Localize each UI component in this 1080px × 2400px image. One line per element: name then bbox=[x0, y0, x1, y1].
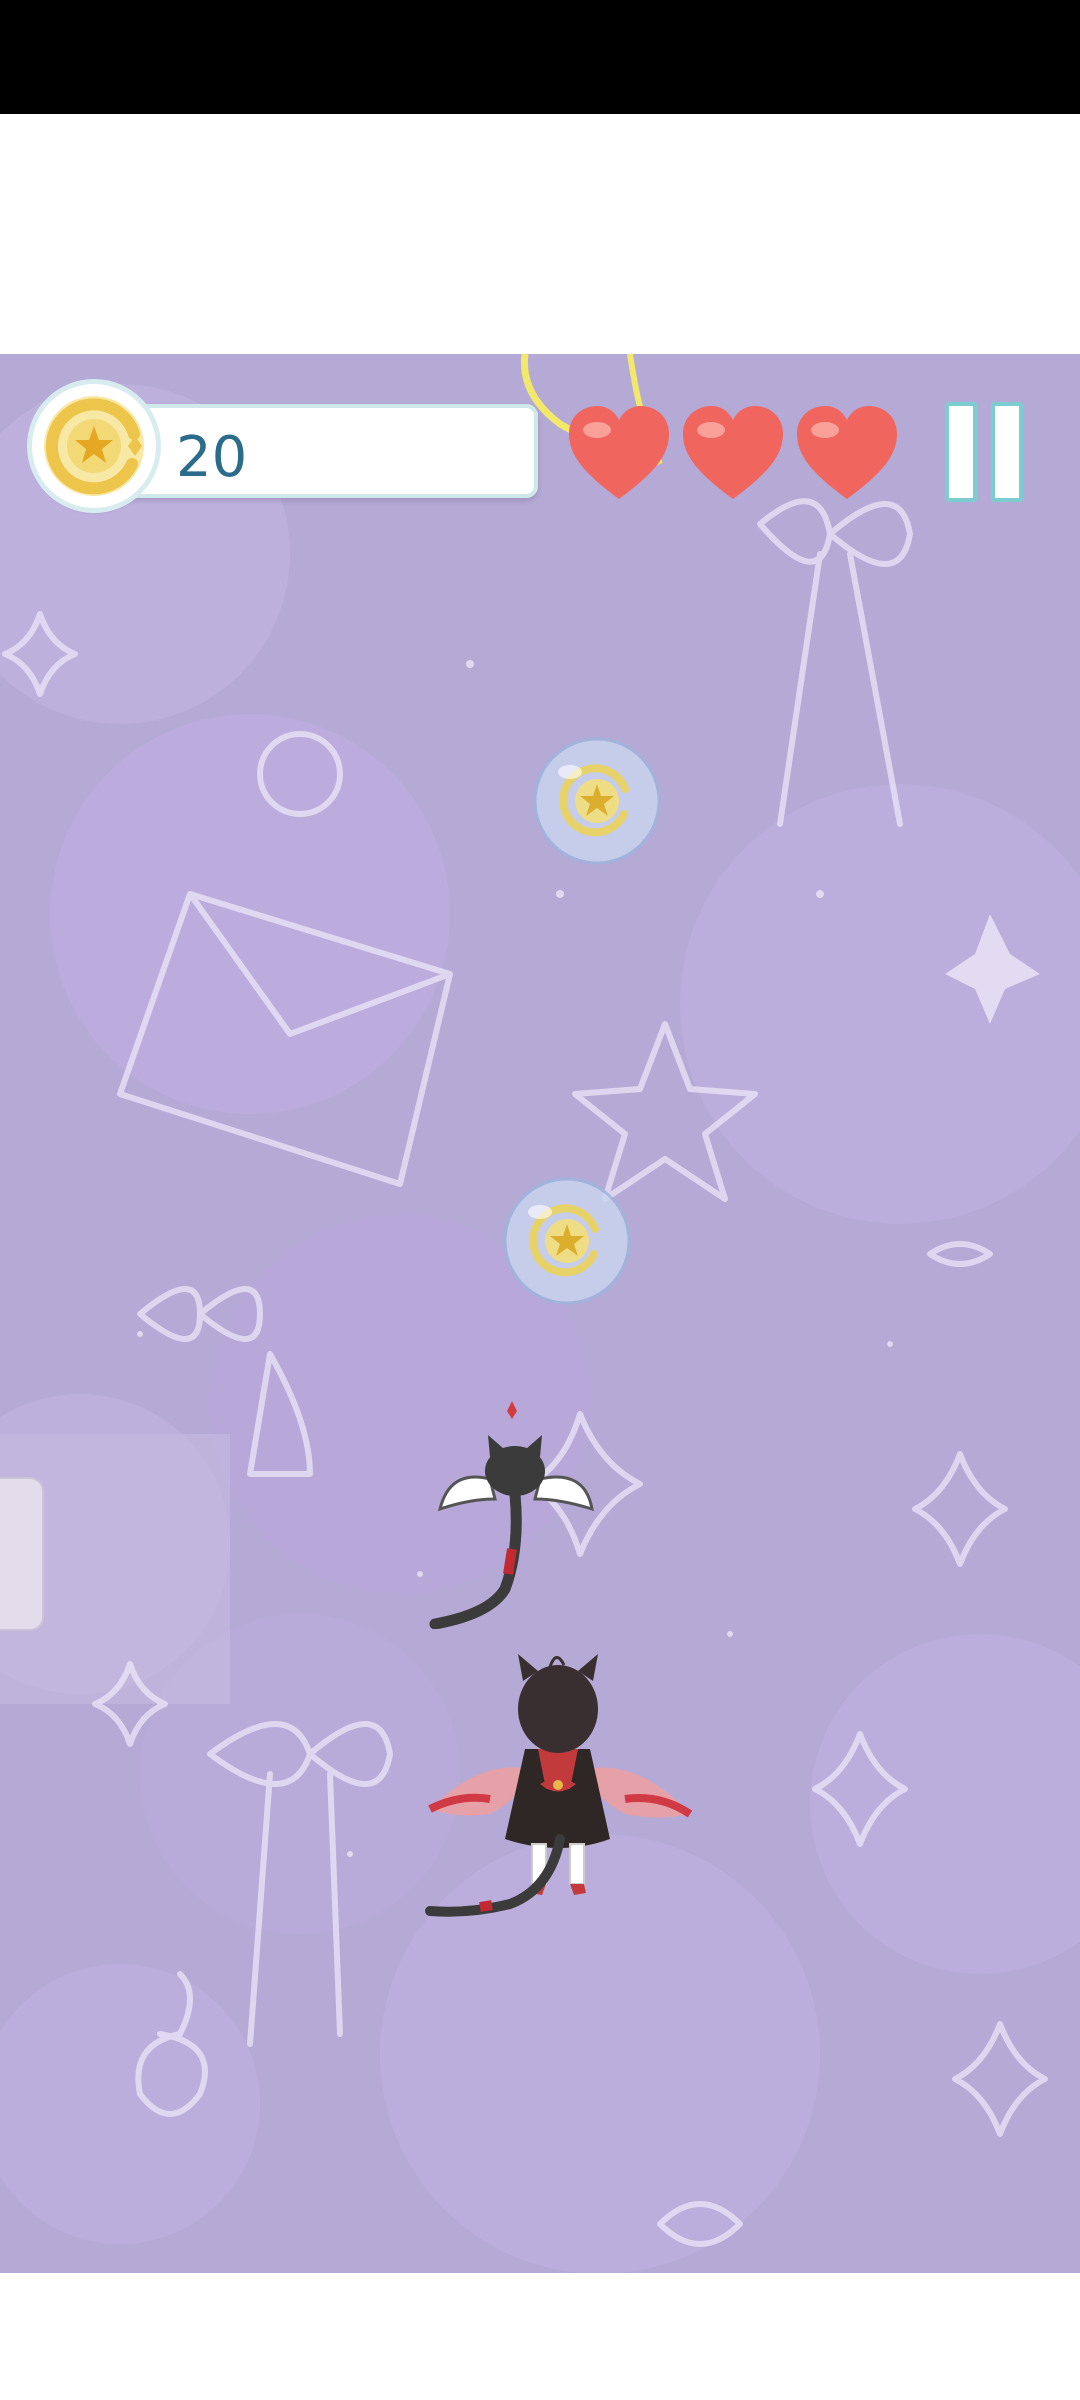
coin-bubble[interactable] bbox=[530, 734, 664, 868]
pause-button[interactable] bbox=[945, 402, 1035, 506]
heart-icon bbox=[683, 406, 783, 499]
dreamy-background bbox=[0, 354, 1080, 2273]
side-drawer-handle[interactable] bbox=[0, 1477, 44, 1631]
top-letterbox bbox=[0, 114, 1080, 354]
coin-count: 20 bbox=[176, 425, 248, 490]
star-coin-icon bbox=[32, 384, 156, 508]
heart-icon bbox=[569, 406, 669, 499]
heart-icon bbox=[797, 406, 897, 499]
bottom-letterbox bbox=[0, 2273, 1080, 2400]
pause-icon bbox=[945, 402, 977, 502]
coin-bubble[interactable] bbox=[500, 1174, 634, 1308]
game-area[interactable]: 20 bbox=[0, 354, 1080, 2273]
status-bar bbox=[0, 0, 1080, 114]
winged-cat-girl-sprite[interactable] bbox=[410, 1589, 700, 1919]
